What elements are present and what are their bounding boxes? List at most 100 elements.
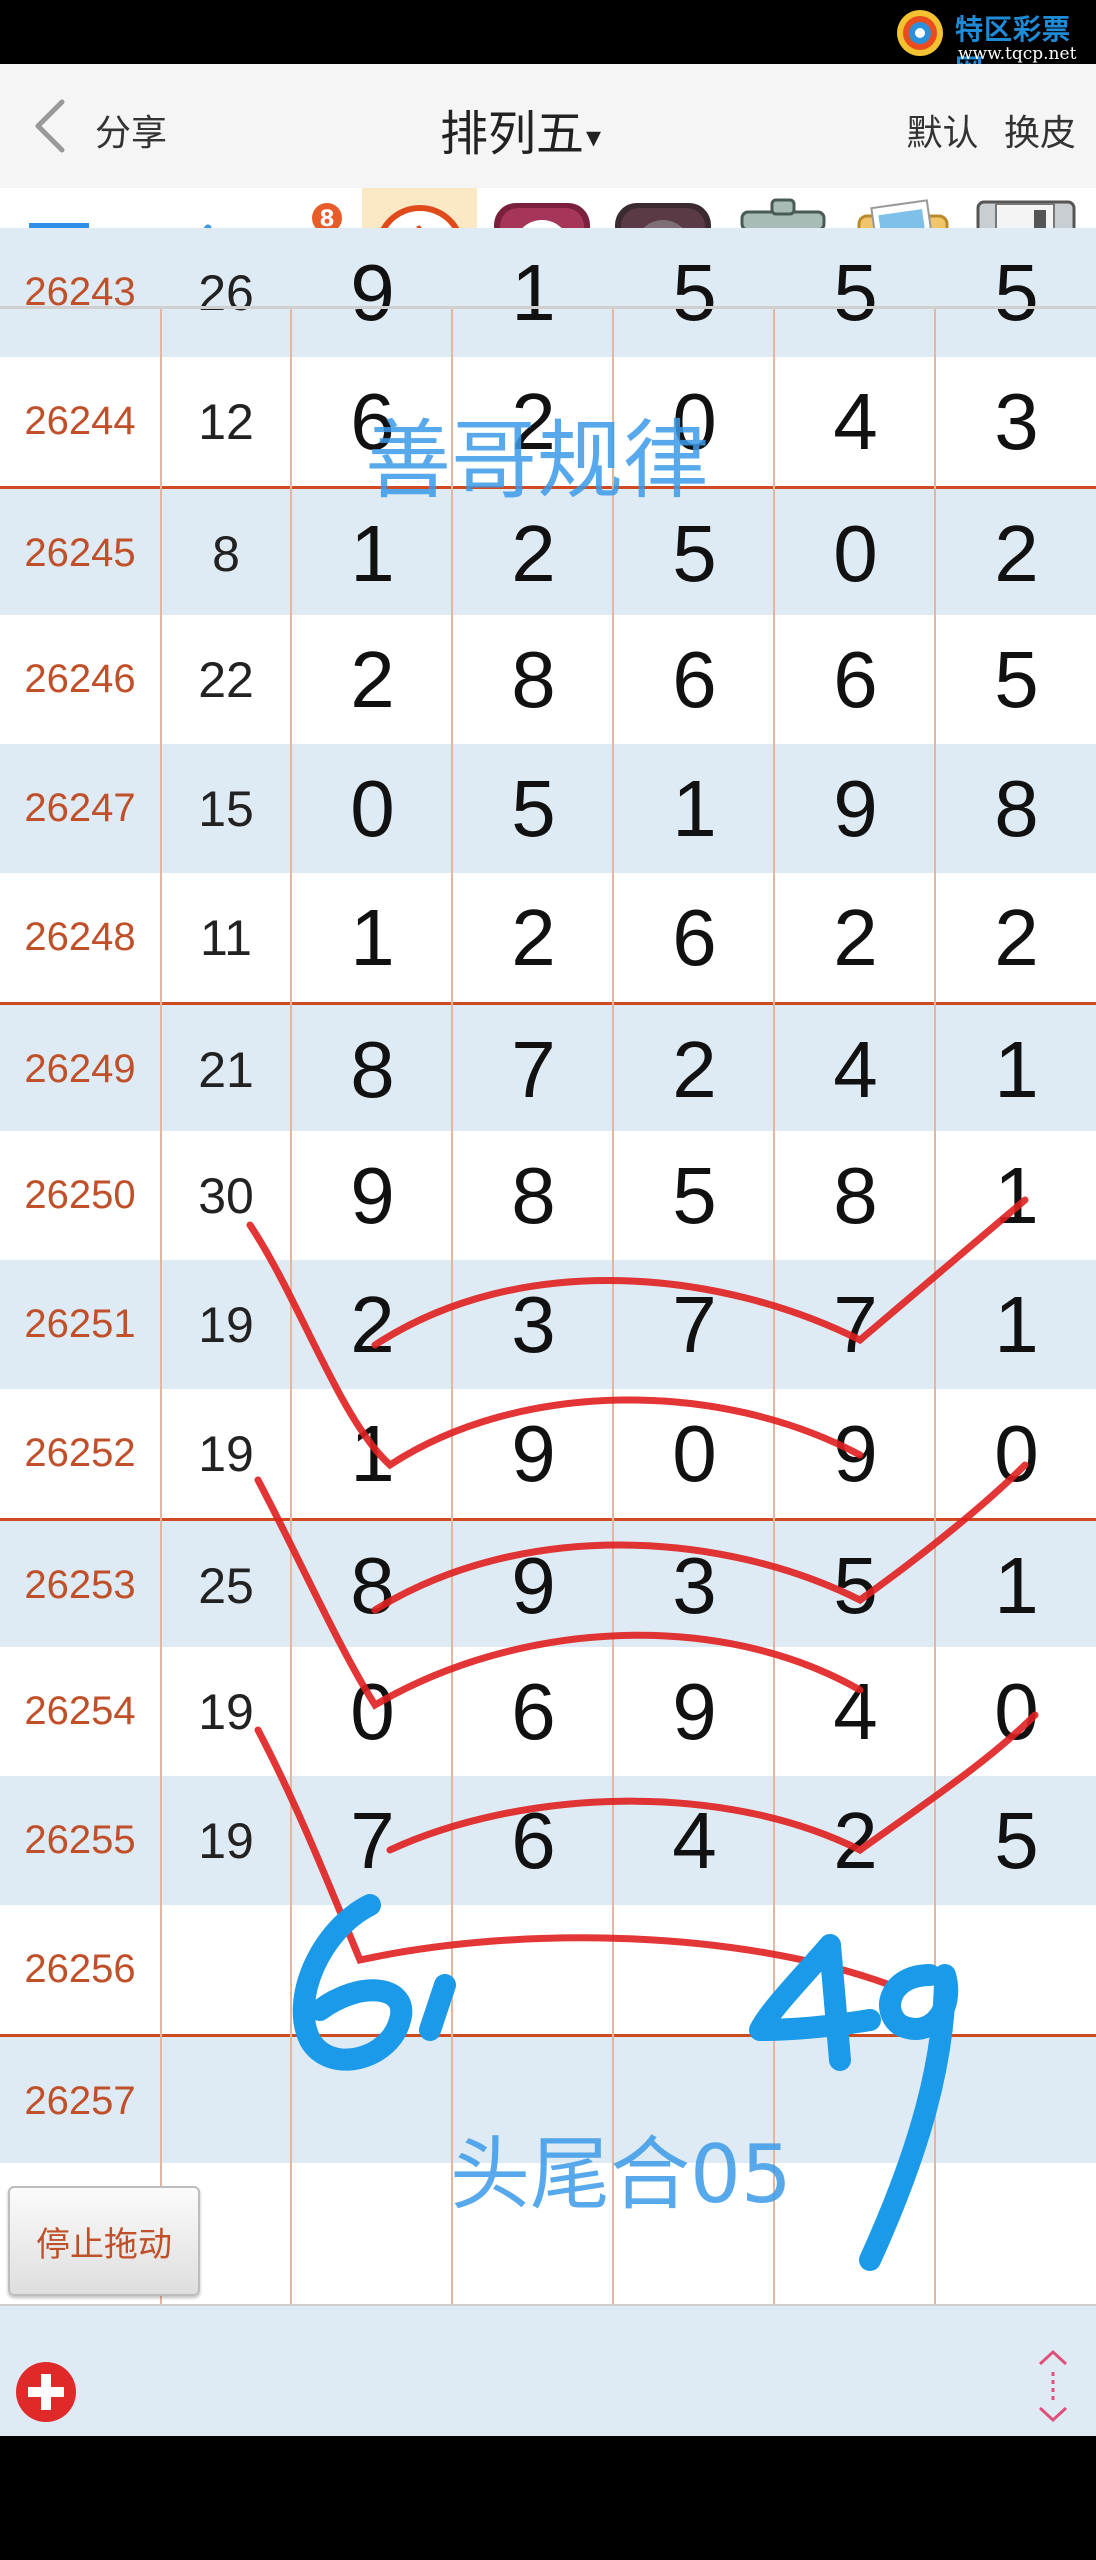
table-row: 26250 30 9 8 5 8 1 <box>0 1131 1096 1260</box>
digit-cell: 5 <box>994 247 1039 337</box>
digit-cell: 9 <box>672 1666 717 1756</box>
digit-cell: 0 <box>672 1408 717 1498</box>
skin-actions: 默认 换皮 <box>893 104 1076 156</box>
table-row: 26249 21 8 7 2 4 1 <box>0 1002 1096 1131</box>
digit-cell: 5 <box>994 634 1039 724</box>
digit-cell: 2 <box>511 376 556 466</box>
digit-cell: 1 <box>350 892 395 982</box>
column-divider <box>773 308 775 2304</box>
table-row: 26243 26 9 1 5 5 5 <box>0 228 1096 357</box>
table-row: 26253 25 8 9 3 5 1 <box>0 1518 1096 1647</box>
digit-cell: 1 <box>350 1408 395 1498</box>
table-row: 26244 12 6 2 0 4 3 <box>0 357 1096 486</box>
column-divider <box>612 308 614 2304</box>
digit-cell: 8 <box>994 763 1039 853</box>
digit-cell: 4 <box>833 1666 878 1756</box>
digit-cell: 2 <box>833 892 878 982</box>
page-title: 排列五 <box>440 106 585 162</box>
digit-cell: 5 <box>672 508 717 598</box>
column-divider <box>160 308 162 2304</box>
digit-cell: 8 <box>833 1150 878 1240</box>
issue-number: 26247 <box>24 786 136 830</box>
column-divider <box>290 308 292 2304</box>
sum-value: 19 <box>198 1296 254 1353</box>
digit-cell: 2 <box>350 1279 395 1369</box>
digit-cell: 1 <box>350 508 395 598</box>
digit-cell: 5 <box>511 763 556 853</box>
site-logo-icon <box>897 10 943 56</box>
digit-cell: 6 <box>511 1666 556 1756</box>
digit-cell: 9 <box>833 1408 878 1498</box>
column-divider <box>934 308 936 2304</box>
digit-cell: 6 <box>672 634 717 724</box>
digit-cell: 6 <box>511 1795 556 1885</box>
sum-value: 30 <box>198 1167 254 1224</box>
watermark-url: www.tqcp.net <box>958 44 1077 64</box>
digit-cell: 2 <box>350 634 395 724</box>
sum-value: 19 <box>198 1425 254 1482</box>
sum-value: 8 <box>212 525 240 582</box>
digit-cell: 3 <box>511 1279 556 1369</box>
expand-vertical-icon[interactable] <box>1032 2346 1074 2426</box>
sum-value: 12 <box>198 393 254 450</box>
digit-cell: 6 <box>672 892 717 982</box>
share-button[interactable]: 分享 <box>95 104 167 156</box>
table-row: 26256 <box>0 1905 1096 2034</box>
table-row: 26257 <box>0 2034 1096 2163</box>
sum-value <box>160 2037 292 2166</box>
issue-number: 26256 <box>24 1947 136 1991</box>
digit-cell: 7 <box>833 1279 878 1369</box>
digit-cell: 7 <box>350 1795 395 1885</box>
digit-cell: 1 <box>511 247 556 337</box>
table-row: 26254 19 0 6 9 4 0 <box>0 1647 1096 1776</box>
digit-cell: 3 <box>672 1540 717 1630</box>
digit-cell: 9 <box>511 1540 556 1630</box>
issue-number: 26246 <box>24 657 136 701</box>
digit-cell: 5 <box>994 1795 1039 1885</box>
add-plus-icon[interactable] <box>14 2360 78 2424</box>
back-chevron-icon[interactable] <box>30 98 70 154</box>
digit-cell: 0 <box>994 1408 1039 1498</box>
issue-number: 26249 <box>24 1047 136 1091</box>
draw-grid[interactable]: 26243 26 9 1 5 5 5 26244 12 6 2 0 4 3 26… <box>0 228 1096 2304</box>
sum-value: 26 <box>198 264 254 321</box>
digit-cell: 2 <box>511 508 556 598</box>
digit-cell: 4 <box>672 1795 717 1885</box>
digit-cell: 5 <box>672 247 717 337</box>
digit-cell: 5 <box>833 247 878 337</box>
digit-cell: 7 <box>672 1279 717 1369</box>
digit-cell: 0 <box>350 763 395 853</box>
digit-cell: 5 <box>672 1150 717 1240</box>
column-divider <box>451 308 453 2304</box>
digit-cell: 4 <box>833 376 878 466</box>
stop-drag-button[interactable]: 停止拖动 <box>8 2186 200 2296</box>
sum-value: 22 <box>198 651 254 708</box>
digit-cell: 9 <box>511 1408 556 1498</box>
digit-cell: 4 <box>833 1024 878 1114</box>
status-bar: 特区彩票网 www.tqcp.net <box>0 0 1096 86</box>
bottom-bar <box>0 2304 1096 2438</box>
issue-number: 26253 <box>24 1563 136 1607</box>
digit-cell: 1 <box>994 1150 1039 1240</box>
lottery-type-dropdown[interactable]: 排列五▾ <box>440 94 601 164</box>
digit-cell: 8 <box>350 1024 395 1114</box>
change-skin-button[interactable]: 换皮 <box>1004 113 1076 154</box>
digit-cell: 5 <box>833 1540 878 1630</box>
toolbar-divider <box>0 306 1096 309</box>
sum-value: 19 <box>198 1683 254 1740</box>
issue-number: 26255 <box>24 1818 136 1862</box>
sum-value: 19 <box>198 1812 254 1869</box>
table-row: 26245 8 1 2 5 0 2 <box>0 486 1096 615</box>
digit-cell: 1 <box>994 1540 1039 1630</box>
issue-number: 26245 <box>24 531 136 575</box>
default-button[interactable]: 默认 <box>907 113 979 154</box>
digit-cell: 2 <box>672 1024 717 1114</box>
digit-cell: 0 <box>672 376 717 466</box>
system-nav-bar <box>0 2436 1096 2560</box>
digit-cell: 6 <box>833 634 878 724</box>
table-row: 26246 22 2 8 6 6 5 <box>0 615 1096 744</box>
digit-cell: 8 <box>511 634 556 724</box>
issue-number: 26257 <box>24 2079 136 2123</box>
digit-cell: 2 <box>994 508 1039 598</box>
digit-cell: 0 <box>833 508 878 598</box>
